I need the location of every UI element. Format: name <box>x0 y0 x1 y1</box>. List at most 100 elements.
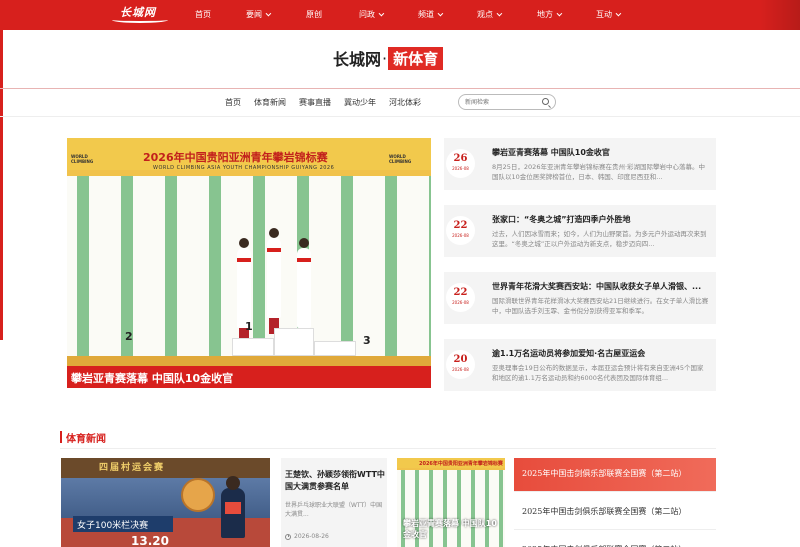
subnav-item[interactable]: 河北体彩 <box>389 96 421 110</box>
brand-name: 长城网 <box>333 50 382 69</box>
channel-brand[interactable]: 长城网 · 新体育 <box>333 46 444 70</box>
news-title[interactable]: 逾1.1万名运动员将参加爱知·名古屋亚运会 <box>492 348 710 359</box>
chevron-down-icon <box>378 10 385 17</box>
hero-slide[interactable]: WORLD CLIMBING WORLD CLIMBING 2026年中国贵阳亚… <box>67 138 431 388</box>
header-divider <box>0 88 800 89</box>
event-board-text: 女子100米栏决赛 <box>77 521 149 531</box>
section-title[interactable]: 体育新闻 <box>66 430 106 445</box>
nav-item-label: 要闻 <box>246 10 262 19</box>
search-input[interactable] <box>465 97 535 107</box>
card-time-text: 2026-08-26 <box>294 533 329 540</box>
card-caption: 攀岩亚青赛落幕 中国队10金收官 <box>403 519 497 539</box>
nav-edge-shadow <box>760 0 800 30</box>
nav-item-label: 观点 <box>477 10 493 19</box>
section-bar-icon <box>60 431 62 443</box>
nav-item-label: 频道 <box>418 10 434 19</box>
search-icon[interactable] <box>542 98 549 105</box>
news-card-climbing[interactable]: 2026年中国贵阳亚洲青年攀岩锦标赛 攀岩亚青赛落幕 中国队10金收官 <box>397 458 505 547</box>
news-description: 8月25日，2026年亚洲青年攀岩锦标赛在贵州·彩湖国际攀岩中心落幕。中国队以1… <box>492 163 706 181</box>
card-description: 世界乒乓球职业大联盟（WTT）中国大满贯... <box>285 502 383 518</box>
date-day: 22 <box>453 220 468 231</box>
hero-caption[interactable]: 攀岩亚青赛落幕 中国队10金收官 <box>67 366 431 388</box>
nav-item-label: 地方 <box>537 10 553 19</box>
news-card-wtt[interactable]: 王楚钦、孙颖莎领衔WTT中国大满贯参赛名单 世界乒乓球职业大联盟（WTT）中国大… <box>281 458 387 547</box>
top-nav-bar: 长城网 首页 要闻 原创 问政 频道 观点 地方 互动 <box>0 0 800 30</box>
nav-item[interactable]: 地方 <box>537 0 563 30</box>
nav-item-label: 原创 <box>306 10 322 19</box>
tournament-item[interactable]: 2025年中国击剑俱乐部联赛全国赛（第二站） <box>514 534 716 547</box>
date-badge: 22 2026-08 <box>446 216 475 245</box>
date-day: 20 <box>453 354 468 365</box>
nav-item[interactable]: 首页 <box>195 0 211 30</box>
news-item[interactable]: 22 2026-08 世界青年花滑大奖赛西安站：中国队收获女子单人滑银、... 国际滑… <box>444 272 716 324</box>
site-logo[interactable]: 长城网 <box>112 4 168 24</box>
news-item[interactable]: 22 2026-08 张家口：“冬奥之城”打造四季户外胜地过去，人们因冰雪而来；如今… <box>444 205 716 257</box>
news-item[interactable]: 26 2026-08 攀岩亚青赛落幕 中国队10金收官 8月25日，2026年亚洲青年… <box>444 138 716 190</box>
nav-item[interactable]: 要闻 <box>246 0 272 30</box>
date-year-month: 2026-08 <box>452 367 469 372</box>
hero-caption-text: 攀岩亚青赛落幕 中国队10金收官 <box>71 372 234 385</box>
date-badge: 26 2026-08 <box>446 149 475 178</box>
news-description: 过去，人们因冰雪而来；如今，人们为山野聚首。为多元户外运动再次来到这里。“冬奥之… <box>492 230 707 248</box>
nav-item[interactable]: 观点 <box>477 0 503 30</box>
news-title[interactable]: 攀岩亚青赛落幕 中国队10金收官 <box>492 147 710 158</box>
section-sports-news: 体育新闻 <box>60 430 106 445</box>
hero-banner-title: 2026年中国贵阳亚洲青年攀岩锦标赛 <box>143 151 328 164</box>
podium-third <box>314 341 356 356</box>
athlete-silver <box>237 238 251 344</box>
runner-figure <box>221 476 245 538</box>
chevron-down-icon <box>265 10 272 17</box>
brand-separator: · <box>382 48 388 68</box>
card-banner: 2026年中国贵阳亚洲青年攀岩锦标赛 <box>397 458 505 468</box>
chevron-down-icon <box>615 10 622 17</box>
nav-item[interactable]: 频道 <box>418 0 444 30</box>
card-time: 2026-08-26 <box>285 533 329 540</box>
stadium-roof <box>61 458 270 478</box>
hero-logo-right: WORLD CLIMBING <box>389 154 412 164</box>
date-badge: 20 2026-08 <box>446 350 475 379</box>
date-year-month: 2026-08 <box>452 300 469 305</box>
date-badge: 22 2026-08 <box>446 283 475 312</box>
event-score: 13.20 <box>131 534 169 547</box>
nav-item[interactable]: 原创 <box>306 0 322 30</box>
hero-banner-subtitle: WORLD CLIMBING ASIA YOUTH CHAMPIONSHIP G… <box>153 165 335 171</box>
podium-number-2: 2 <box>125 330 133 343</box>
subnav-item[interactable]: 冀动少年 <box>344 96 376 110</box>
tournament-item[interactable]: 2025年中国击剑俱乐部联赛全国赛（第二站） <box>514 458 716 492</box>
nav-item[interactable]: 问政 <box>359 0 385 30</box>
section-divider <box>60 448 716 449</box>
tournament-label: 2025年中国击剑俱乐部联赛全国赛（第二站） <box>522 507 687 516</box>
subnav-item[interactable]: 首页 <box>225 96 241 110</box>
card-title[interactable]: 王楚钦、孙颖莎领衔WTT中国大满贯参赛名单 <box>285 469 385 493</box>
subnav-item[interactable]: 赛事直播 <box>299 96 331 110</box>
stage-base <box>67 356 431 366</box>
tournament-item[interactable]: 2025年中国击剑俱乐部联赛全国赛（第二站） <box>514 496 716 530</box>
nav-item[interactable]: 互动 <box>596 0 622 30</box>
news-description: 国际滑联世界青年花样滑冰大奖赛西安站21日继续进行。在女子单人滑比赛中，中国队选… <box>492 297 709 315</box>
subnav-divider <box>0 116 800 117</box>
clock-icon <box>285 533 291 540</box>
brand-channel: 新体育 <box>388 46 444 70</box>
mascot-icon <box>181 478 215 512</box>
podium-second <box>232 338 274 356</box>
logo-swoosh-icon <box>112 17 168 23</box>
chevron-down-icon <box>496 10 503 17</box>
date-day: 22 <box>453 287 468 298</box>
date-day: 26 <box>453 153 468 164</box>
event-board: 女子100米栏决赛 <box>73 516 173 532</box>
left-accent-stripe <box>0 30 3 340</box>
news-title[interactable]: 世界青年花滑大奖赛西安站：中国队收获女子单人滑银、... <box>492 281 710 292</box>
athlete-bronze <box>297 238 311 344</box>
news-card-athletics[interactable]: 四届村运会赛 女子100米栏决赛 13.20 <box>61 458 270 547</box>
news-search <box>458 94 556 110</box>
athlete-gold <box>267 228 281 334</box>
nav-item-label: 首页 <box>195 10 211 19</box>
news-title[interactable]: 张家口：“冬奥之城”打造四季户外胜地 <box>492 214 710 225</box>
news-item[interactable]: 20 2026-08 逾1.1万名运动员将参加爱知·名古屋亚运会 亚奥理事会19日公布… <box>444 339 716 391</box>
subnav-item[interactable]: 体育新闻 <box>254 96 286 110</box>
date-year-month: 2026-08 <box>452 166 469 171</box>
card-banner-text: 2026年中国贵阳亚洲青年攀岩锦标赛 <box>419 461 503 467</box>
podium-number-1: 1 <box>245 320 253 333</box>
sub-nav: 首页 体育新闻 赛事直播 冀动少年 河北体彩 <box>225 96 434 110</box>
nav-item-label: 互动 <box>596 10 612 19</box>
